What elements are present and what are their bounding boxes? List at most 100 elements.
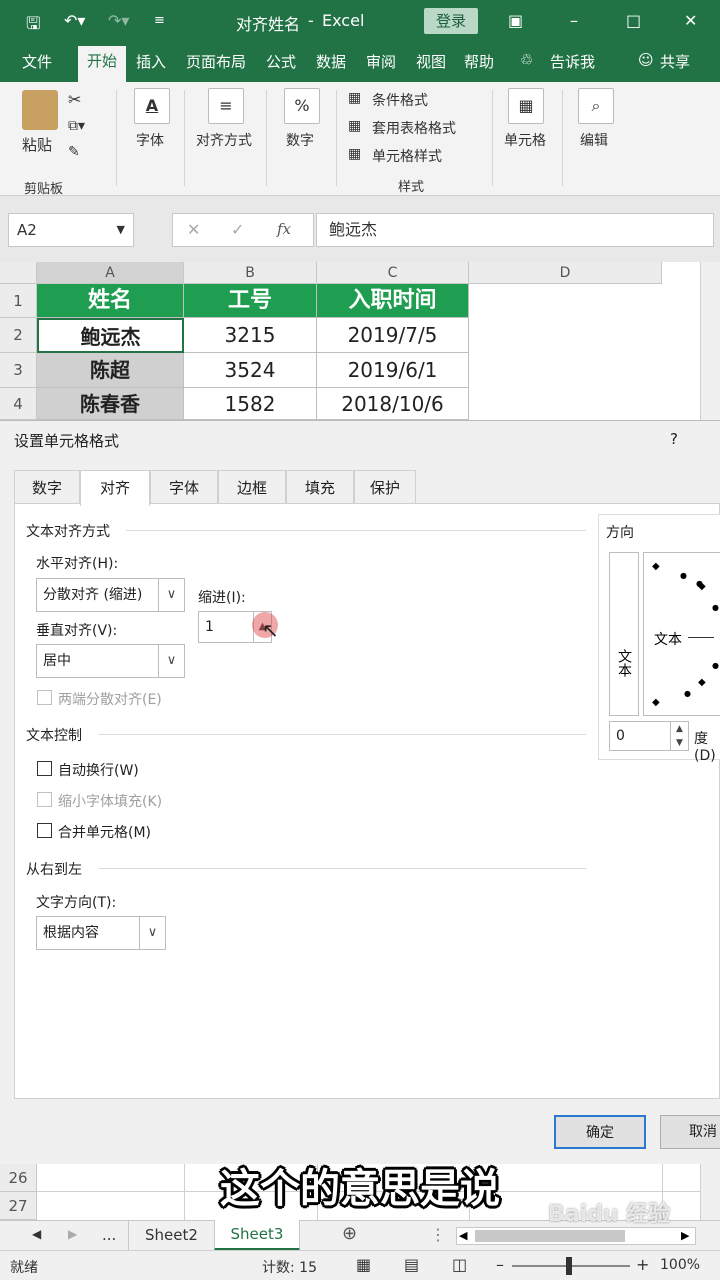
tab-view[interactable]: 视图 [416, 51, 446, 72]
cells-icon[interactable]: ▦ [508, 88, 544, 124]
cell-style-button[interactable]: 单元格样式 [372, 146, 442, 166]
cancel-icon[interactable]: ✕ [187, 220, 200, 239]
cells-button-label[interactable]: 单元格 [504, 130, 546, 150]
cancel-button[interactable]: 取消 [660, 1115, 720, 1149]
orientation-dial[interactable]: ◆ ● ● ◆ ● 文本 ● ◆ ● ◆ [643, 552, 720, 716]
sheet-tab-sheet2[interactable]: Sheet2 [128, 1221, 214, 1250]
chevron-down-icon[interactable]: ∨ [139, 917, 165, 949]
tab-font[interactable]: 字体 [150, 470, 218, 504]
tab-border[interactable]: 边框 [218, 470, 286, 504]
horizontal-scrollbar[interactable]: ◀ ▶ [456, 1227, 696, 1245]
number-button-label[interactable]: 数字 [286, 130, 314, 150]
paste-icon[interactable] [22, 90, 58, 130]
chevron-down-icon[interactable]: ∨ [158, 579, 184, 611]
name-box[interactable]: A2 ▼ [8, 213, 134, 247]
horizontal-align-select[interactable]: 分散对齐 (缩进) ∨ [36, 578, 185, 612]
tell-me-search[interactable]: 告诉我 [550, 51, 595, 72]
tab-fill[interactable]: 填充 [286, 470, 354, 504]
cell-style-icon[interactable]: ▦ [348, 146, 361, 162]
row-header-3[interactable]: 3 [0, 353, 37, 388]
spinner-arrows-icon[interactable]: ▲ ▼ [670, 722, 688, 750]
cell-c4[interactable]: 2018/10/6 [317, 388, 469, 420]
wrap-text-checkbox[interactable] [37, 761, 52, 776]
tab-alignment[interactable]: 对齐 [80, 470, 150, 506]
share-icon[interactable]: ☺ [638, 51, 654, 69]
text-direction-select[interactable]: 根据内容 ∨ [36, 916, 166, 950]
cell-c3[interactable]: 2019/6/1 [317, 353, 469, 388]
zoom-slider-thumb[interactable] [566, 1257, 572, 1275]
cell-a2[interactable]: 鲍远杰 [37, 318, 184, 353]
cut-icon[interactable]: ✂ [68, 90, 81, 109]
copy-icon[interactable]: ⧉▾ [68, 118, 85, 134]
ribbon-display-icon[interactable]: ▣ [508, 11, 523, 30]
cell-header-name[interactable]: 姓名 [37, 284, 184, 318]
cell-b2[interactable]: 3215 [184, 318, 317, 353]
scroll-right-icon[interactable]: ▶ [681, 1229, 689, 1242]
scroll-thumb[interactable] [475, 1230, 625, 1242]
column-header-c[interactable]: C [317, 262, 469, 284]
cell-header-id[interactable]: 工号 [184, 284, 317, 318]
editing-button-label[interactable]: 编辑 [580, 130, 608, 150]
row-header-1[interactable]: 1 [0, 284, 37, 318]
tab-home[interactable]: 开始 [78, 46, 126, 82]
chevron-down-icon[interactable]: ▼ [117, 214, 125, 246]
maximize-icon[interactable]: □ [626, 11, 641, 30]
zoom-in-icon[interactable]: + [636, 1255, 649, 1274]
page-layout-view-icon[interactable]: ▤ [404, 1255, 419, 1274]
format-painter-icon[interactable]: ✎ [68, 144, 80, 160]
close-icon[interactable]: ✕ [684, 11, 697, 30]
zoom-level[interactable]: 100% [660, 1257, 700, 1273]
vertical-align-select[interactable]: 居中 ∨ [36, 644, 185, 678]
column-header-d[interactable]: D [469, 262, 662, 284]
select-all-corner[interactable] [0, 262, 37, 284]
redo-icon[interactable]: ↷▾ [108, 11, 129, 30]
login-button[interactable]: 登录 [424, 8, 478, 34]
scroll-right-icon[interactable]: ▶ [68, 1227, 77, 1241]
search-icon[interactable]: ⌕ [578, 88, 614, 124]
minimize-icon[interactable]: – [570, 11, 578, 30]
conditional-format-icon[interactable]: ▦ [348, 90, 361, 106]
alignment-icon[interactable]: ≡ [208, 88, 244, 124]
tab-file[interactable]: 文件 [22, 51, 52, 72]
column-header-b[interactable]: B [184, 262, 317, 284]
cell-header-date[interactable]: 入职时间 [317, 284, 469, 318]
merge-cells-checkbox[interactable] [37, 823, 52, 838]
degree-spinner[interactable]: 0 ▲ ▼ [609, 721, 689, 751]
customize-qat-icon[interactable]: ≡ [154, 13, 165, 28]
tab-number[interactable]: 数字 [14, 470, 80, 504]
tab-data[interactable]: 数据 [316, 51, 346, 72]
cell-c2[interactable]: 2019/7/5 [317, 318, 469, 353]
vertical-scrollbar[interactable] [700, 262, 720, 420]
number-icon[interactable]: % [284, 88, 320, 124]
tab-splitter-icon[interactable]: ⋮ [430, 1225, 446, 1244]
tab-help[interactable]: 帮助 [464, 51, 494, 72]
save-icon[interactable]: 🖫 [26, 11, 40, 40]
tab-protection[interactable]: 保护 [354, 470, 416, 504]
tab-page-layout[interactable]: 页面布局 [186, 51, 246, 72]
page-break-view-icon[interactable]: ◫ [452, 1255, 467, 1274]
row-header-2[interactable]: 2 [0, 318, 37, 353]
scroll-left-icon[interactable]: ◀ [32, 1227, 41, 1241]
formula-input[interactable]: 鲍远杰 [316, 213, 714, 247]
share-button[interactable]: 共享 [660, 51, 690, 72]
vertical-text-button[interactable]: 文本 [609, 552, 639, 716]
cell-a3[interactable]: 陈超 [37, 353, 184, 388]
tab-formulas[interactable]: 公式 [266, 51, 296, 72]
cell-b4[interactable]: 1582 [184, 388, 317, 420]
row-header-4[interactable]: 4 [0, 388, 37, 420]
tab-review[interactable]: 审阅 [366, 51, 396, 72]
cell-b3[interactable]: 3524 [184, 353, 317, 388]
table-format-button[interactable]: 套用表格格式 [372, 118, 456, 138]
undo-icon[interactable]: ↶▾ [64, 11, 85, 30]
font-icon[interactable]: A [134, 88, 170, 124]
alignment-button-label[interactable]: 对齐方式 [196, 130, 252, 150]
zoom-out-icon[interactable]: – [496, 1255, 504, 1274]
more-sheets-button[interactable]: ... [102, 1226, 116, 1244]
justify-distributed-checkbox[interactable] [37, 690, 52, 705]
chevron-down-icon[interactable]: ∨ [158, 645, 184, 677]
font-button-label[interactable]: 字体 [136, 130, 164, 150]
help-icon[interactable]: ? [670, 430, 678, 448]
column-header-a[interactable]: A [37, 262, 184, 284]
table-format-icon[interactable]: ▦ [348, 118, 361, 134]
conditional-format-button[interactable]: 条件格式 [372, 90, 428, 110]
